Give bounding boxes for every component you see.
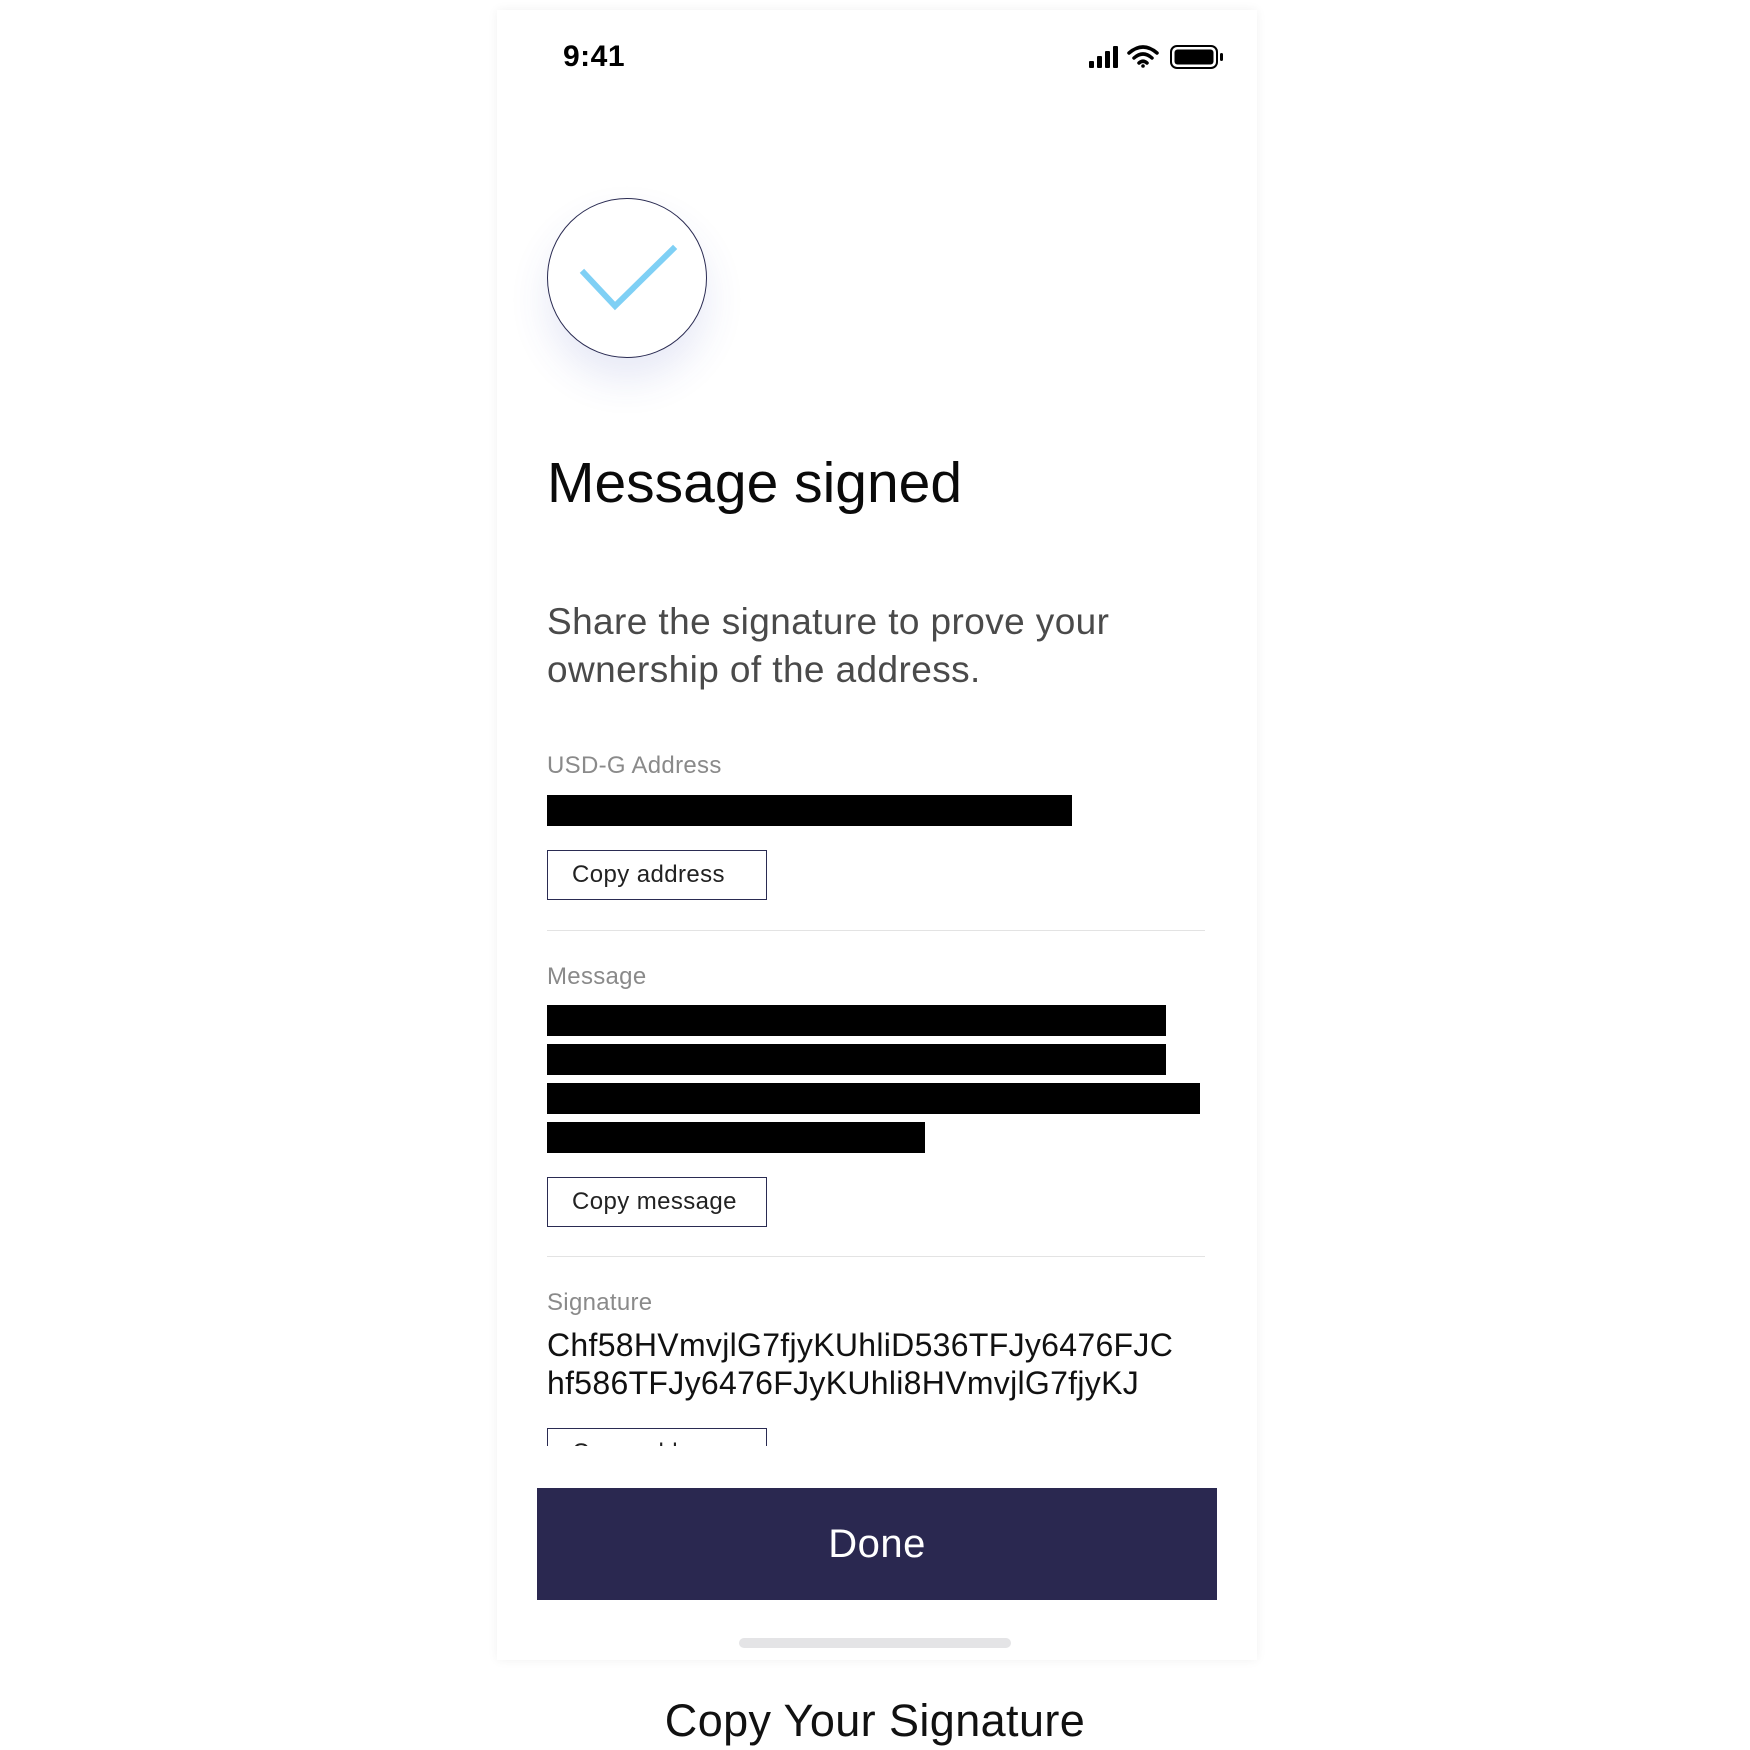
signature-line: Chf58HVmvjlG7fjyKUhliD536TFJy6476FJC <box>547 1327 1174 1363</box>
home-indicator <box>739 1638 1011 1648</box>
signature-line: hf586TFJy6476FJyKUhli8HVmvjlG7fjyKJ <box>547 1365 1140 1401</box>
address-label: USD-G Address <box>547 752 722 779</box>
redacted-line <box>547 1044 1166 1075</box>
redacted-line <box>547 1122 925 1153</box>
signature-label: Signature <box>547 1289 653 1316</box>
status-icons <box>1089 44 1229 70</box>
done-button[interactable]: Done <box>537 1488 1217 1600</box>
battery-icon <box>1170 45 1223 69</box>
checkmark-icon <box>579 244 678 311</box>
signature-value: Chf58HVmvjlG7fjyKUhliD536TFJy6476FJC hf5… <box>547 1326 1227 1402</box>
description-text: Share the signature to prove your owners… <box>547 601 1110 690</box>
page-title: Message signed <box>547 451 963 515</box>
caption: Copy Your Signature <box>664 1695 1086 1746</box>
signal-icon <box>1089 46 1118 68</box>
address-value-redacted <box>547 795 1072 826</box>
redacted-line <box>547 1083 1200 1114</box>
status-time: 9:41 <box>563 40 626 73</box>
copy-signature-button[interactable]: Copy address <box>547 1428 767 1446</box>
copy-message-button[interactable]: Copy message <box>547 1177 767 1227</box>
copy-address-button[interactable]: Copy address <box>547 850 767 900</box>
message-label: Message <box>547 963 647 990</box>
divider <box>547 1256 1205 1257</box>
success-badge <box>547 198 707 358</box>
phone-screen: 9:41 Message signed Share the signature … <box>497 10 1257 1660</box>
redacted-line <box>547 1005 1166 1036</box>
wifi-icon <box>1127 45 1159 68</box>
divider <box>547 930 1205 931</box>
scroll-clip: Copy address <box>547 1428 769 1446</box>
